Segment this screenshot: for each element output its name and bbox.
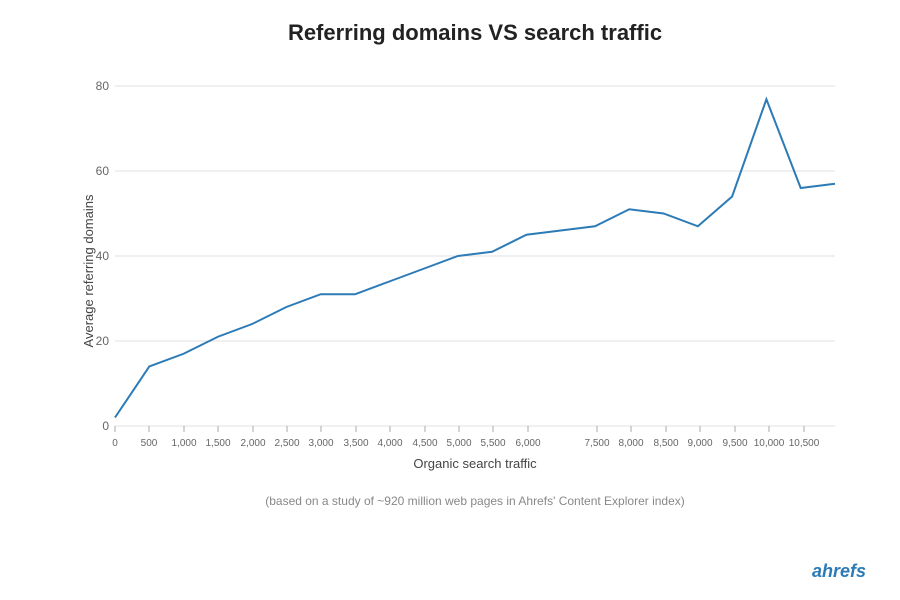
svg-text:1,500: 1,500 — [205, 438, 230, 449]
x-axis-label: Organic search traffic — [95, 456, 855, 471]
svg-text:40: 40 — [96, 249, 110, 263]
svg-text:4,500: 4,500 — [412, 438, 437, 449]
svg-text:1,000: 1,000 — [171, 438, 196, 449]
svg-text:3,500: 3,500 — [343, 438, 368, 449]
svg-text:10,000: 10,000 — [754, 438, 785, 449]
svg-text:8,000: 8,000 — [618, 438, 643, 449]
svg-text:5,500: 5,500 — [480, 438, 505, 449]
svg-text:10,500: 10,500 — [789, 438, 820, 449]
chart-title: Referring domains VS search traffic — [80, 20, 870, 46]
svg-text:7,500: 7,500 — [584, 438, 609, 449]
svg-text:2,000: 2,000 — [240, 438, 265, 449]
svg-text:2,500: 2,500 — [274, 438, 299, 449]
svg-text:0: 0 — [102, 419, 109, 433]
footer-note: (based on a study of ~920 million web pa… — [80, 494, 870, 508]
y-axis-label: Average referring domains — [81, 195, 96, 348]
svg-text:5,000: 5,000 — [446, 438, 471, 449]
chart-line — [115, 99, 835, 417]
svg-text:60: 60 — [96, 164, 110, 178]
svg-text:4,000: 4,000 — [377, 438, 402, 449]
svg-text:20: 20 — [96, 334, 110, 348]
svg-text:500: 500 — [141, 438, 158, 449]
chart-svg: 0 20 40 60 80 0 500 1,000 1,500 2,000 2,… — [95, 56, 855, 456]
svg-text:3,000: 3,000 — [308, 438, 333, 449]
svg-text:80: 80 — [96, 79, 110, 93]
svg-text:8,500: 8,500 — [653, 438, 678, 449]
ahrefs-brand: ahrefs — [812, 561, 866, 582]
svg-text:9,000: 9,000 — [687, 438, 712, 449]
svg-text:0: 0 — [112, 438, 118, 449]
svg-text:6,000: 6,000 — [515, 438, 540, 449]
svg-text:9,500: 9,500 — [722, 438, 747, 449]
